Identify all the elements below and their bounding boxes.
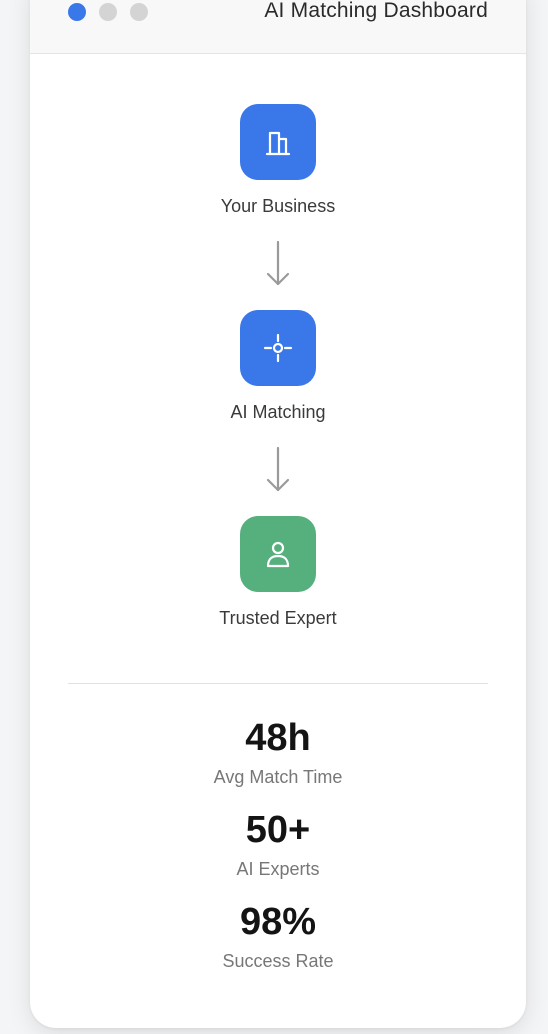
crosshair-icon: [263, 333, 293, 363]
active-dot[interactable]: [68, 3, 86, 21]
stat-value: 48h: [245, 717, 311, 759]
flow-step-ai-matching: AI Matching: [30, 310, 526, 440]
stat-avg-match-time: 48h Avg Match Time: [30, 716, 526, 788]
stat-label: AI Experts: [236, 859, 320, 879]
stat-label: Avg Match Time: [213, 767, 343, 787]
stat-success-rate: 98% Success Rate: [30, 900, 526, 972]
title-bar: AI Matching Dashboard: [30, 0, 526, 54]
step-label-trusted-expert: Trusted Expert: [219, 608, 337, 628]
section-divider: [68, 683, 488, 684]
window-title: AI Matching Dashboard: [264, 0, 488, 22]
stat-value: 50+: [245, 809, 311, 851]
step-label-your-business: Your Business: [220, 196, 336, 216]
stat-value: 98%: [239, 901, 317, 943]
business-tile: [240, 104, 316, 180]
stat-label: Success Rate: [222, 951, 334, 971]
arrow-down-icon: [266, 240, 290, 286]
stat-ai-experts: 50+ AI Experts: [30, 808, 526, 880]
dashboard-window: AI Matching Dashboard Your Business AI M…: [30, 0, 526, 1028]
arrow-down-icon: [266, 446, 290, 492]
building-icon: [265, 131, 291, 156]
flow-step-your-business: Your Business: [30, 104, 526, 234]
flow-step-trusted-expert: Trusted Expert: [30, 516, 526, 646]
trusted-expert-tile: [240, 516, 316, 592]
user-icon: [266, 541, 290, 568]
ai-matching-tile: [240, 310, 316, 386]
step-label-ai-matching: AI Matching: [230, 402, 326, 422]
inactive-dot[interactable]: [99, 3, 117, 21]
inactive-dot[interactable]: [130, 3, 148, 21]
